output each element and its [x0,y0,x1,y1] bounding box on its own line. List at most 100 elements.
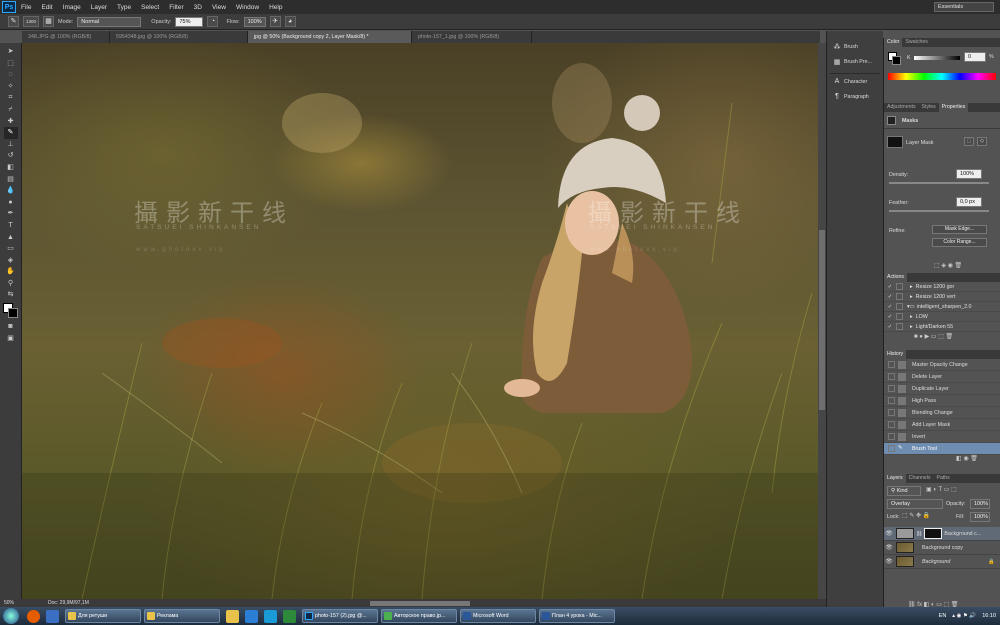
brush-size-picker[interactable]: 1300 [23,16,39,27]
clone-stamp-tool-icon[interactable]: ⊥ [4,139,18,151]
menu-help[interactable]: Help [264,4,287,11]
task-folder-ads[interactable]: Реклама [144,609,220,623]
k-slider[interactable] [914,56,960,60]
canvas-vertical-scroll-thumb[interactable] [819,230,825,410]
opacity-input[interactable]: 75% [175,16,204,27]
density-input[interactable]: 100% [956,169,982,179]
mail-icon[interactable] [46,609,59,623]
skype-icon[interactable] [264,609,277,623]
screen-mode-icon[interactable]: ▣ [4,333,18,345]
layer-row-background[interactable]: 👁 Background 🔒 [884,555,1000,569]
menu-window[interactable]: Window [231,4,264,11]
visibility-eye-icon[interactable]: 👁 [884,530,894,537]
menu-type[interactable]: Type [112,4,136,11]
language-indicator[interactable]: EN [939,613,947,619]
tab-document-4[interactable]: photo-157_1.jpg @ 100% (RGB/8) [412,31,532,43]
pressure-size-icon[interactable]: ◕ [284,16,296,27]
pen-tool-icon[interactable]: ✒ [4,208,18,220]
tab-color[interactable]: Color [884,38,903,47]
menu-image[interactable]: Image [58,4,86,11]
marquee-tool-icon[interactable]: ⬚ [4,58,18,70]
menu-select[interactable]: Select [136,4,164,11]
move-tool-icon[interactable]: ➤ [4,46,18,58]
menu-filter[interactable]: Filter [164,4,188,11]
tab-properties[interactable]: Properties [938,103,969,112]
zoom-tool-icon[interactable]: ⚲ [4,278,18,290]
action-row[interactable]: ✓ ▸ Light/Darken 55 [884,322,1000,332]
menu-3d[interactable]: 3D [189,4,207,11]
zoom-level[interactable]: 50% [4,599,14,607]
color-spectrum-bar[interactable] [888,73,996,80]
brush-tool-icon[interactable]: ✎ [3,127,18,139]
clock[interactable]: 16:10 [982,613,996,619]
history-step[interactable]: Delete Layer [884,371,1000,383]
action-row[interactable]: ✓ ▸ Resize 1200 vert [884,292,1000,302]
tab-actions[interactable]: Actions [884,273,908,282]
pressure-opacity-icon[interactable]: ◔ [207,16,219,27]
gradient-tool-icon[interactable]: ▤ [4,174,18,186]
brush-tool-preset-icon[interactable]: ✎ [8,16,19,27]
path-selection-tool-icon[interactable]: ▲ [4,232,18,244]
density-slider[interactable] [889,182,989,184]
tab-history[interactable]: History [884,350,907,359]
history-step[interactable]: High Pass [884,395,1000,407]
color-bg-swatch[interactable] [892,56,901,65]
healing-brush-tool-icon[interactable]: ✚ [4,116,18,128]
quick-select-tool-icon[interactable]: ✧ [4,81,18,93]
select-mask-icon[interactable]: ⬚ [964,137,974,146]
layer-mask-thumbnail[interactable] [887,136,903,148]
lasso-tool-icon[interactable]: ◌ [4,69,18,81]
tab-layers[interactable]: Layers [884,474,906,483]
visibility-eye-icon[interactable]: 👁 [884,544,894,551]
task-copyright-image[interactable]: Авторское право.jp... [381,609,457,623]
layer-filter-kind[interactable]: ⚲ Kind [887,486,921,496]
mask-edge-button[interactable]: Mask Edge... [932,225,987,234]
properties-footer-icons[interactable]: ⬚ ◈ ◉ 🗑 [934,262,962,269]
task-lesson-plan[interactable]: План 4 урока - Mic... [539,609,615,623]
action-row[interactable]: ✓ ▸ Resize 1200 gor [884,282,1000,292]
type-tool-icon[interactable]: T [4,220,18,232]
history-step[interactable]: Master Opacity Change [884,359,1000,371]
lock-icons[interactable]: ⬚ ✎ ✥ 🔒 [902,512,930,519]
k-input[interactable]: 0 [964,52,986,62]
history-footer-icons[interactable]: ◧ ◉ 🗑 [884,455,1000,464]
default-colors-icon[interactable]: ⇆ [4,289,18,301]
flow-input[interactable]: 100% [243,16,266,27]
eyedropper-tool-icon[interactable]: ⌿ [4,104,18,116]
airbrush-icon[interactable]: ✈ [269,16,281,27]
task-photoshop[interactable]: photo-157 (2).jpg @... [302,609,378,623]
history-step[interactable]: Blending Change [884,407,1000,419]
visibility-eye-icon[interactable]: 👁 [884,558,894,565]
layer-opacity-input[interactable]: 100% [970,499,990,509]
menu-file[interactable]: File [16,4,36,11]
blend-mode-select[interactable]: Overlay [887,499,943,509]
history-step[interactable]: Invert [884,431,1000,443]
action-row[interactable]: ✓ ▸ LOW [884,312,1000,322]
layer-row-background-copy-2[interactable]: 👁 ⛓ Background c... [884,527,1000,541]
tab-adjustments[interactable]: Adjustments [884,103,919,112]
tab-paths[interactable]: Paths [934,474,953,483]
actions-footer-icons[interactable]: ■ ● ▶ ▭ ⬚ 🗑 [884,332,1000,342]
dodge-tool-icon[interactable]: ● [4,197,18,209]
vector-mask-icon[interactable]: ◇ [977,137,987,146]
history-step-current[interactable]: ✎ Brush Tool [884,443,1000,455]
blur-tool-icon[interactable]: 💧 [4,185,18,197]
tab-channels[interactable]: Channels [906,474,934,483]
quick-mask-icon[interactable]: ◙ [4,321,18,333]
layer-row-background-copy[interactable]: 👁 Background copy [884,541,1000,555]
history-step[interactable]: Add Layer Mask [884,419,1000,431]
dock-paragraph[interactable]: ¶ Paragraph [827,89,883,104]
dock-character[interactable]: A Character [827,74,883,89]
eraser-tool-icon[interactable]: ◧ [4,162,18,174]
app-icon-2[interactable] [283,609,296,623]
menu-view[interactable]: View [207,4,231,11]
color-swatches[interactable] [2,303,19,319]
hand-tool-icon[interactable]: ✋ [4,266,18,278]
color-range-button[interactable]: Color Range... [932,238,987,247]
layer-mask-thumb[interactable] [924,528,943,539]
canvas-horizontal-scroll-thumb[interactable] [370,601,470,606]
tab-document-1[interactable]: 348.JPG @ 100% (RGB/8) [22,31,110,43]
crop-tool-icon[interactable]: ⌗ [4,92,18,104]
layer-filter-icons[interactable]: ▣ ◐ T ▭ ⬚ [926,486,957,493]
start-button[interactable] [3,608,19,624]
